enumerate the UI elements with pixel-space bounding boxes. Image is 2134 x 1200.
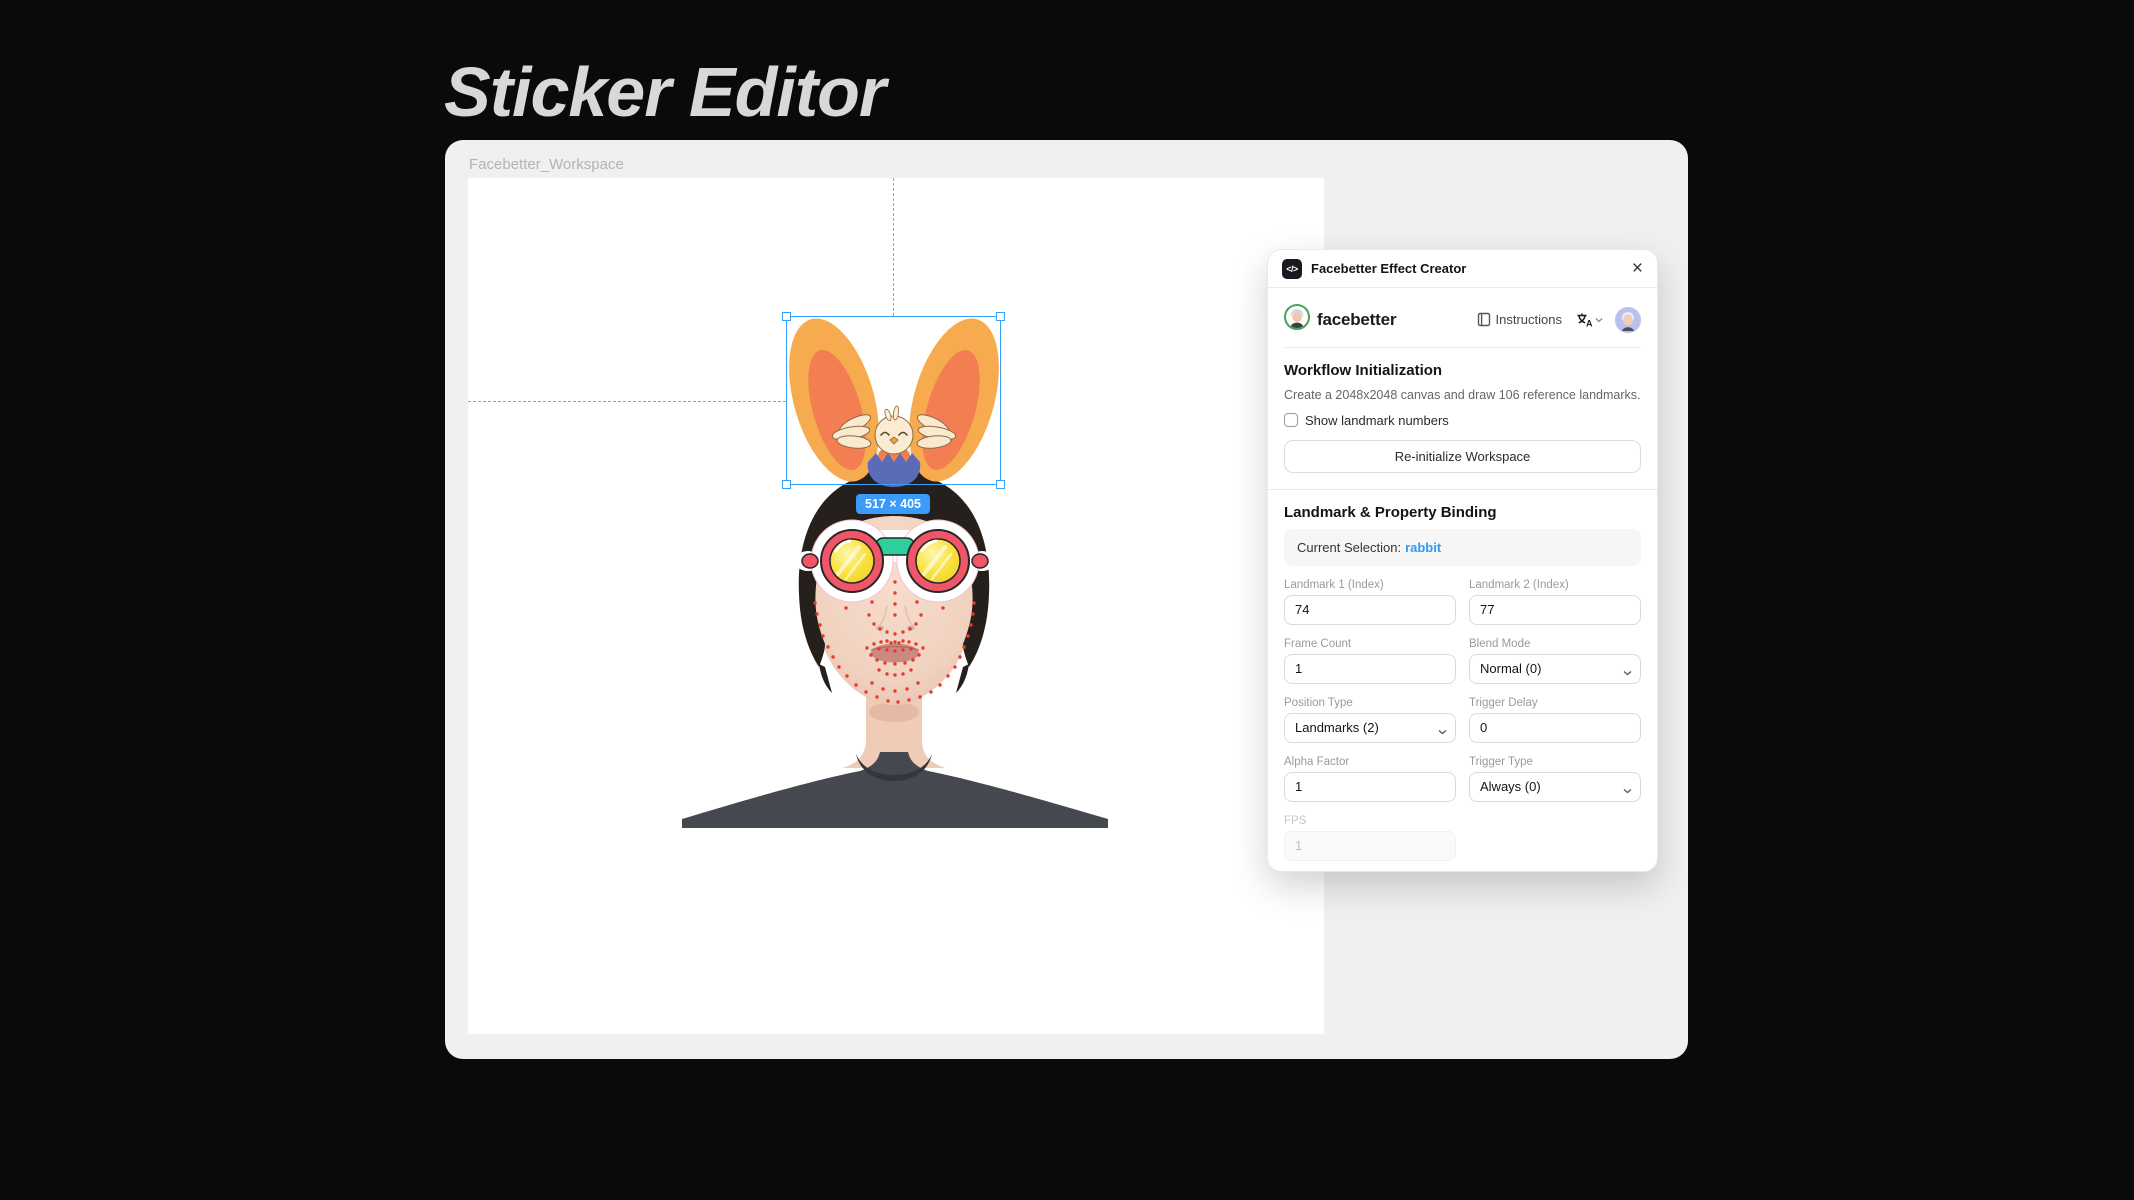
chevron-down-icon	[1595, 317, 1603, 323]
resize-handle-top-right[interactable]	[996, 312, 1005, 321]
panel-header: </> Facebetter Effect Creator ×	[1268, 250, 1657, 288]
panel-window-title: Facebetter Effect Creator	[1311, 261, 1623, 276]
resize-handle-top-left[interactable]	[782, 312, 791, 321]
instructions-label: Instructions	[1496, 312, 1562, 327]
alignment-guide-horizontal	[468, 401, 786, 402]
workflow-description: Create a 2048x2048 canvas and draw 106 r…	[1284, 387, 1641, 404]
current-selection-label: Current Selection:	[1297, 540, 1401, 555]
field-alpha-factor: Alpha Factor	[1284, 756, 1456, 802]
divider	[1268, 489, 1657, 490]
trigger-delay-input[interactable]	[1469, 713, 1641, 743]
field-fps: FPS	[1284, 815, 1456, 861]
field-frame-count: Frame Count	[1284, 638, 1456, 684]
current-selection-value: rabbit	[1405, 540, 1441, 555]
brand-name: facebetter	[1317, 310, 1477, 330]
position-type-select[interactable]: Landmarks (2)	[1284, 713, 1456, 743]
alpha-factor-input[interactable]	[1284, 772, 1456, 802]
field-blend-mode: Blend Mode Normal (0)	[1469, 638, 1641, 684]
facebetter-logo-icon	[1284, 304, 1310, 335]
alignment-guide-vertical	[893, 178, 894, 316]
workspace-label: Facebetter_Workspace	[469, 156, 624, 173]
svg-text:A: A	[1586, 318, 1593, 328]
resize-handle-bottom-right[interactable]	[996, 480, 1005, 489]
show-landmark-numbers-checkbox[interactable]	[1284, 413, 1298, 427]
resize-handle-bottom-left[interactable]	[782, 480, 791, 489]
editor-canvas[interactable]: 517 × 405	[468, 178, 1324, 1034]
instructions-link[interactable]: Instructions	[1477, 312, 1562, 327]
field-landmark-2: Landmark 2 (Index)	[1469, 579, 1641, 625]
user-avatar[interactable]	[1615, 307, 1641, 333]
field-trigger-delay: Trigger Delay	[1469, 697, 1641, 743]
current-selection-box: Current Selection: rabbit	[1284, 529, 1641, 566]
landmark-1-input[interactable]	[1284, 595, 1456, 625]
translate-icon: A	[1576, 312, 1593, 328]
fps-input	[1284, 831, 1456, 861]
page: Sticker Editor Facebetter_Workspace	[0, 0, 2134, 1200]
blend-mode-select[interactable]: Normal (0)	[1469, 654, 1641, 684]
field-landmark-1: Landmark 1 (Index)	[1284, 579, 1456, 625]
page-title: Sticker Editor	[444, 52, 885, 132]
code-icon: </>	[1282, 259, 1302, 279]
book-icon	[1477, 312, 1491, 327]
landmark-2-input[interactable]	[1469, 595, 1641, 625]
brand-row: facebetter Instructions A	[1284, 300, 1641, 348]
checkbox-label: Show landmark numbers	[1305, 413, 1449, 428]
binding-heading: Landmark & Property Binding	[1284, 504, 1641, 521]
field-position-type: Position Type Landmarks (2)	[1284, 697, 1456, 743]
field-trigger-type: Trigger Type Always (0)	[1469, 756, 1641, 802]
selection-box[interactable]	[786, 316, 1001, 485]
effect-creator-panel: </> Facebetter Effect Creator ×	[1267, 249, 1658, 872]
trigger-type-select[interactable]: Always (0)	[1469, 772, 1641, 802]
close-icon[interactable]: ×	[1632, 259, 1643, 278]
selection-size-badge: 517 × 405	[856, 494, 930, 514]
language-switcher[interactable]: A	[1576, 312, 1603, 328]
workflow-heading: Workflow Initialization	[1284, 362, 1641, 379]
reinitialize-workspace-button[interactable]: Re-initialize Workspace	[1284, 440, 1641, 473]
canvas-artwork	[468, 178, 1324, 1034]
frame-count-input[interactable]	[1284, 654, 1456, 684]
